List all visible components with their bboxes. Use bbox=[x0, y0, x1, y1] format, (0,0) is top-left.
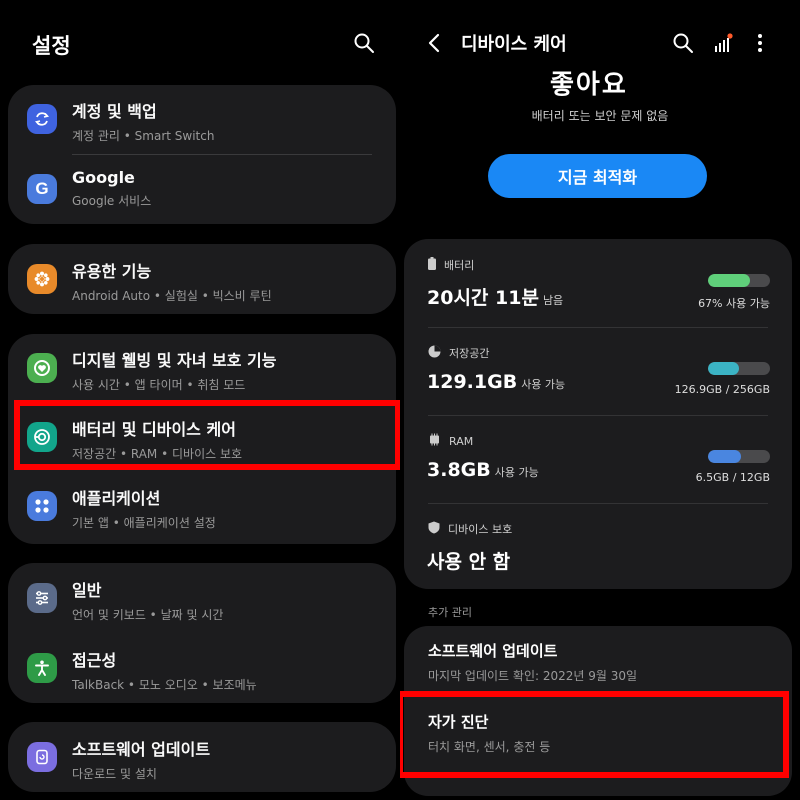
item-title: 디지털 웰빙 및 자녀 보호 기능 bbox=[72, 351, 277, 370]
settings-item-accessibility[interactable]: 접근성 TalkBack • 모노 오디오 • 보조메뉴 bbox=[8, 634, 396, 702]
device-care-pane: 디바이스 케어 좋아요 배터리 또는 보안 문제 없음 지금 최적화 배터리 2… bbox=[400, 0, 800, 800]
battery-label: 배터리 bbox=[444, 259, 475, 272]
ram-suffix: 사용 가능 bbox=[494, 466, 539, 479]
settings-item-apps[interactable]: 애플리케이션 기본 앱 • 애플리케이션 설정 bbox=[8, 472, 396, 540]
sliders-icon bbox=[27, 583, 57, 613]
search-icon[interactable] bbox=[351, 30, 377, 56]
item-subtitle: 언어 및 키보드 • 날짜 및 시간 bbox=[72, 608, 224, 622]
battery-value: 20시간 11분 bbox=[427, 287, 539, 309]
battery-percent-text: 67% 사용 가능 bbox=[698, 297, 770, 310]
item-title: 소프트웨어 업데이트 bbox=[72, 740, 211, 759]
item-title: 계정 및 백업 bbox=[72, 102, 157, 121]
battery-bar bbox=[708, 274, 770, 287]
battery-icon bbox=[428, 257, 436, 273]
item-subtitle: 다운로드 및 설치 bbox=[72, 767, 157, 781]
item-title: 소프트웨어 업데이트 bbox=[428, 642, 558, 660]
protection-label: 디바이스 보호 bbox=[448, 523, 513, 536]
settings-group-update: 소프트웨어 업데이트 다운로드 및 설치 bbox=[8, 722, 396, 792]
highlight-box bbox=[400, 691, 789, 778]
ram-bar-fill bbox=[708, 450, 742, 463]
battery-bar-fill bbox=[708, 274, 750, 287]
page-title: 디바이스 케어 bbox=[461, 34, 567, 55]
item-title: 접근성 bbox=[72, 651, 117, 670]
protection-value: 사용 안 함 bbox=[427, 551, 511, 573]
storage-label: 저장공간 bbox=[449, 347, 490, 360]
item-subtitle: Google 서비스 bbox=[72, 194, 152, 208]
item-subtitle: 계정 관리 • Smart Switch bbox=[72, 129, 215, 143]
update-icon bbox=[27, 742, 57, 772]
more-care-label: 추가 관리 bbox=[428, 606, 472, 619]
ram-bar bbox=[708, 450, 770, 463]
settings-item-general[interactable]: 일반 언어 및 키보드 • 날짜 및 시간 bbox=[8, 564, 396, 632]
page-title: 설정 bbox=[32, 34, 71, 58]
ram-label: RAM bbox=[449, 434, 474, 448]
pie-icon bbox=[428, 345, 441, 361]
wellbeing-icon bbox=[27, 353, 57, 383]
storage-value: 129.1GB bbox=[427, 371, 518, 393]
settings-item-accounts-backup[interactable]: 계정 및 백업 계정 관리 • Smart Switch bbox=[8, 85, 396, 153]
item-title: Google bbox=[72, 168, 135, 187]
storage-suffix: 사용 가능 bbox=[521, 378, 566, 391]
storage-section[interactable]: 저장공간 129.1GB 사용 가능 126.9GB / 256GB bbox=[404, 327, 792, 415]
storage-bar bbox=[708, 362, 770, 375]
status-subtitle: 배터리 또는 보안 문제 없음 bbox=[531, 109, 669, 123]
software-update-item[interactable]: 소프트웨어 업데이트 마지막 업데이트 확인: 2022년 9월 30일 bbox=[428, 640, 637, 684]
ram-usage-text: 6.5GB / 12GB bbox=[695, 471, 770, 484]
storage-usage-text: 126.9GB / 256GB bbox=[674, 383, 770, 396]
more-options-icon[interactable] bbox=[747, 30, 773, 56]
item-title: 애플리케이션 bbox=[72, 489, 161, 508]
settings-pane: 설정 계정 및 백업 계정 관리 • Smart Switch G Google… bbox=[0, 0, 400, 800]
item-subtitle: Android Auto • 실험실 • 빅스비 루틴 bbox=[72, 289, 272, 303]
settings-group-accounts: 계정 및 백업 계정 관리 • Smart Switch G Google Go… bbox=[8, 85, 396, 224]
ram-value: 3.8GB bbox=[427, 459, 491, 481]
highlight-box bbox=[14, 400, 400, 470]
battery-section[interactable]: 배터리 20시간 11분 남음 67% 사용 가능 bbox=[404, 239, 792, 327]
item-subtitle: 기본 앱 • 애플리케이션 설정 bbox=[72, 516, 216, 530]
google-icon: G bbox=[27, 174, 57, 204]
accessibility-icon bbox=[27, 653, 57, 683]
item-title: 일반 bbox=[72, 581, 102, 600]
item-subtitle: 마지막 업데이트 확인: 2022년 9월 30일 bbox=[428, 669, 638, 683]
item-title: 유용한 기능 bbox=[72, 262, 152, 281]
sync-icon bbox=[27, 104, 57, 134]
puzzle-icon bbox=[27, 264, 57, 294]
chip-icon bbox=[428, 433, 441, 449]
settings-item-digital-wellbeing[interactable]: 디지털 웰빙 및 자녀 보호 기능 사용 시간 • 앱 타이머 • 취침 모드 bbox=[8, 334, 396, 402]
settings-item-google[interactable]: G Google Google 서비스 bbox=[8, 155, 396, 223]
storage-bar-fill bbox=[708, 362, 739, 375]
settings-item-advanced-features[interactable]: 유용한 기능 Android Auto • 실험실 • 빅스비 루틴 bbox=[8, 245, 396, 313]
apps-icon bbox=[27, 491, 57, 521]
optimize-now-button[interactable]: 지금 최적화 bbox=[488, 154, 707, 198]
item-subtitle: 사용 시간 • 앱 타이머 • 취침 모드 bbox=[72, 378, 246, 392]
status-title: 좋아요 bbox=[550, 70, 628, 100]
back-icon[interactable] bbox=[421, 30, 447, 56]
settings-group-advanced: 유용한 기능 Android Auto • 실험실 • 빅스비 루틴 bbox=[8, 244, 396, 314]
item-subtitle: TalkBack • 모노 오디오 • 보조메뉴 bbox=[72, 678, 257, 692]
shield-icon bbox=[428, 521, 440, 537]
search-icon[interactable] bbox=[670, 30, 696, 56]
device-care-card: 배터리 20시간 11분 남음 67% 사용 가능 저장공간 129.1GB 사용 … bbox=[404, 239, 792, 589]
ram-section[interactable]: RAM 3.8GB 사용 가능 6.5GB / 12GB bbox=[404, 415, 792, 503]
settings-group-general: 일반 언어 및 키보드 • 날짜 및 시간 접근성 TalkBack • 모노 … bbox=[8, 563, 396, 703]
signal-icon[interactable] bbox=[710, 30, 736, 56]
battery-suffix: 남음 bbox=[542, 294, 564, 307]
settings-item-software-update[interactable]: 소프트웨어 업데이트 다운로드 및 설치 bbox=[8, 723, 396, 791]
device-protection-section[interactable]: 디바이스 보호 사용 안 함 bbox=[404, 503, 792, 591]
